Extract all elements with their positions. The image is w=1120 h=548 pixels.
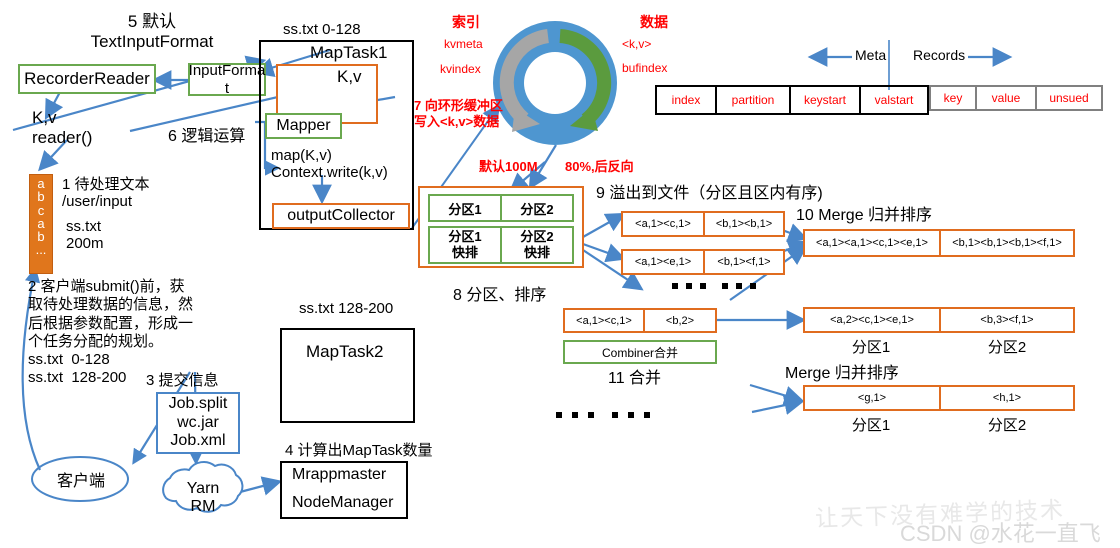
partition1-label-b: 分区1 bbox=[851, 416, 891, 434]
combine-result-cell-1: <a,2><c,1><e,1> bbox=[803, 307, 939, 333]
diagram-canvas: 5 默认 TextInputFormat RecorderReader Inpu… bbox=[0, 0, 1120, 546]
bufindex-label: bufindex bbox=[622, 61, 668, 75]
partition1-label-a: 分区1 bbox=[851, 338, 891, 356]
final-result-cell-1: <g,1> bbox=[803, 385, 939, 411]
spill-cell-2-1: <a,1><e,1> bbox=[621, 249, 703, 275]
data-label: 数据 bbox=[640, 14, 668, 30]
meta-label: Meta bbox=[855, 47, 887, 63]
sstxt-range-2-label: ss.txt 128-200 bbox=[299, 300, 394, 317]
maptask2-label: MapTask2 bbox=[306, 342, 384, 361]
spill-cell-1-1: <a,1><c,1> bbox=[621, 211, 703, 237]
yarn-rm-label: Yarn RM bbox=[186, 479, 220, 515]
input-format-label: InputForma t bbox=[188, 62, 266, 97]
partition-sort-cell-2: 分区2 快排 bbox=[500, 226, 574, 264]
spill-threshold-label: 80%,后反向 bbox=[565, 159, 634, 174]
step1-file-label: ss.txt 200m bbox=[66, 218, 104, 253]
buffer-size-label: 默认100M bbox=[479, 159, 538, 174]
meta-records-table: index partition keystart valstart key va… bbox=[655, 85, 1103, 115]
step3-label: 3 提交信息 bbox=[146, 372, 219, 389]
mapper-box[interactable]: Mapper bbox=[265, 113, 342, 139]
meta-cell-valstart: valstart bbox=[859, 85, 929, 115]
spill-file-row-1: <a,1><c,1> <b,1><b,1> bbox=[621, 211, 785, 237]
connector-layer bbox=[12, 21, 1013, 513]
step10-label: 10 Merge 归并排序 bbox=[796, 207, 933, 224]
recorder-reader-label: RecorderReader bbox=[24, 69, 150, 88]
combine-input-cell-2: <b,2> bbox=[643, 308, 717, 333]
step5-label: 5 默认 TextInputFormat bbox=[90, 12, 214, 51]
partition-sort-box[interactable]: 分区1 分区2 分区1 快排 分区2 快排 bbox=[418, 186, 584, 268]
partition2-label-b: 分区2 bbox=[987, 416, 1027, 434]
step8-label: 8 分区、排序 bbox=[453, 287, 547, 304]
client-label: 客户端 bbox=[56, 473, 105, 490]
meta-cell-partition: partition bbox=[715, 85, 789, 115]
strip-char-5: ... bbox=[35, 242, 47, 258]
job-submit-box[interactable]: Job.split wc.jar Job.xml bbox=[156, 392, 240, 454]
watermark-credit: CSDN @水花一直飞 bbox=[900, 521, 1101, 546]
merge-cell-1: <a,1><a,1><c,1><e,1> bbox=[803, 229, 939, 257]
mrappmaster-box[interactable]: Mrappmaster NodeManager bbox=[280, 461, 408, 519]
step7-label: 7 向环形缓冲区 写入<k,v>数据 bbox=[414, 98, 503, 130]
spill-file-row-2: <a,1><e,1> <b,1><f,1> bbox=[621, 249, 785, 275]
partition-cell-1: 分区1 bbox=[428, 194, 500, 222]
recorder-reader-box[interactable]: RecorderReader bbox=[18, 64, 156, 94]
combine-result-cell-2: <b,3><f,1> bbox=[939, 307, 1075, 333]
meta-cell-index: index bbox=[655, 85, 715, 115]
step1-label: 1 待处理文本 /user/input bbox=[62, 176, 150, 211]
final-result-row: <g,1> <h,1> bbox=[803, 385, 1075, 411]
record-cell-key: key bbox=[929, 85, 975, 111]
record-cell-value: value bbox=[975, 85, 1035, 111]
step4-label: 4 计算出MapTask数量 bbox=[285, 442, 433, 459]
map-write-label: map(K,v) Context.write(k,v) bbox=[271, 147, 388, 182]
kvindex-label: kvindex bbox=[440, 62, 481, 76]
index-label: 索引 bbox=[452, 14, 480, 30]
circular-buffer bbox=[493, 21, 617, 145]
strip-char-3: a bbox=[37, 215, 45, 231]
combiner-box[interactable]: Combiner合并 bbox=[563, 340, 717, 364]
step11-label: 11 合并 bbox=[608, 370, 662, 387]
mapper-label: Mapper bbox=[276, 117, 331, 134]
sstxt-range-1-label: ss.txt 0-128 bbox=[283, 21, 361, 38]
strip-char-0: a bbox=[37, 176, 45, 191]
strip-char-2: c bbox=[37, 202, 45, 218]
strip-char-1: b bbox=[37, 189, 45, 205]
nodemanager-label: NodeManager bbox=[292, 494, 394, 511]
step9-label: 9 溢出到文件（分区且区内有序) bbox=[596, 185, 823, 202]
kv-angle-label: <k,v> bbox=[622, 37, 652, 51]
input-data-strip: a b c a b ... bbox=[29, 174, 53, 274]
partition-sort-cell-1: 分区1 快排 bbox=[428, 226, 500, 264]
merge-result-row: <a,1><a,1><c,1><e,1> <b,1><b,1><b,1><f,1… bbox=[803, 229, 1075, 257]
combine-input-cell-1: <a,1><c,1> bbox=[563, 308, 643, 333]
spill-cell-1-2: <b,1><b,1> bbox=[703, 211, 785, 237]
meta-cell-keystart: keystart bbox=[789, 85, 859, 115]
partition-cell-2: 分区2 bbox=[500, 194, 574, 222]
mrappmaster-label: Mrappmaster bbox=[292, 466, 387, 483]
step6-label: 6 逻辑运算 bbox=[168, 128, 246, 145]
output-collector-box[interactable]: outputCollector bbox=[272, 203, 410, 229]
kv-label: K,v bbox=[337, 67, 362, 86]
merge-cell-2: <b,1><b,1><b,1><f,1> bbox=[939, 229, 1075, 257]
kvmeta-label: kvmeta bbox=[444, 37, 483, 51]
spill-cell-2-2: <b,1><f,1> bbox=[703, 249, 785, 275]
input-format-box[interactable]: InputForma t bbox=[188, 62, 266, 97]
record-cell-unsued: unsued bbox=[1035, 85, 1103, 111]
records-label: Records bbox=[913, 47, 966, 63]
final-result-cell-2: <h,1> bbox=[939, 385, 1075, 411]
combine-input-row: <a,1><c,1> <b,2> bbox=[563, 308, 717, 333]
job-submit-label: Job.split wc.jar Job.xml bbox=[168, 395, 228, 450]
combiner-label: Combiner合并 bbox=[601, 345, 679, 360]
output-collector-label: outputCollector bbox=[287, 207, 395, 224]
merge-sort-label: Merge 归并排序 bbox=[785, 365, 899, 382]
kv-reader-label: K,v reader() bbox=[32, 108, 93, 147]
strip-char-4: b bbox=[37, 229, 45, 244]
combine-result-row: <a,2><c,1><e,1> <b,3><f,1> bbox=[803, 307, 1075, 333]
maptask1-label: MapTask1 bbox=[310, 43, 388, 62]
partition2-label-a: 分区2 bbox=[987, 338, 1027, 356]
